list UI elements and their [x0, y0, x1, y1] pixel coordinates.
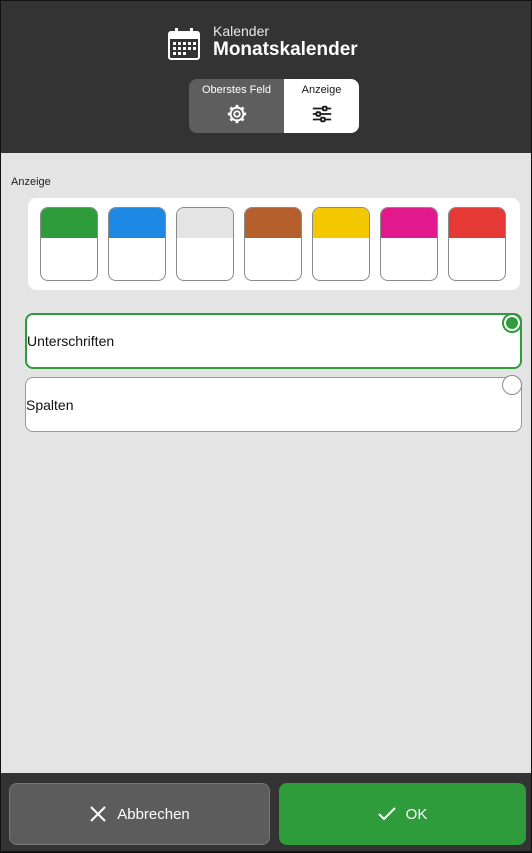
option-unterschriften[interactable]: Unterschriften [25, 313, 522, 369]
tab-label: Anzeige [301, 84, 342, 96]
swatch-color [109, 208, 165, 238]
section-label: Anzeige [11, 176, 51, 188]
window-subtitle: Kalender [213, 23, 270, 39]
option-label: Spalten [26, 397, 74, 413]
header: Kalender Monatskalender Oberstes Feld An… [1, 1, 531, 153]
swatch-color [381, 208, 437, 238]
radio-dot [506, 317, 518, 329]
swatch-color [313, 208, 369, 238]
close-icon [90, 806, 106, 822]
tab-label: Oberstes Feld [201, 84, 272, 96]
option-spalten[interactable]: Spalten [25, 377, 522, 432]
tab-bar: Oberstes Feld Anzeige [189, 79, 359, 133]
color-swatch-pink[interactable] [380, 207, 438, 281]
window-title: Monatskalender [213, 39, 358, 60]
ok-button[interactable]: OK [279, 783, 526, 845]
swatch-color [177, 208, 233, 238]
check-icon [377, 807, 396, 821]
ok-label: OK [405, 805, 428, 823]
color-swatch-blue[interactable] [108, 207, 166, 281]
cancel-button[interactable]: Abbrechen [9, 783, 270, 845]
swatch-color [41, 208, 97, 238]
cancel-label: Abbrechen [117, 805, 190, 823]
calendar-icon [168, 28, 200, 60]
swatch-color [449, 208, 505, 238]
sliders-icon [312, 105, 331, 123]
gear-icon [227, 104, 246, 124]
radio-spalten[interactable] [502, 375, 522, 395]
color-swatch-panel [28, 198, 520, 290]
tab-anzeige[interactable]: Anzeige [284, 79, 359, 133]
swatch-color [245, 208, 301, 238]
color-swatch-gray[interactable] [176, 207, 234, 281]
footer: Abbrechen OK [1, 773, 531, 851]
option-label: Unterschriften [27, 333, 115, 349]
title-group: Kalender Monatskalender [167, 23, 358, 61]
color-swatch-brown[interactable] [244, 207, 302, 281]
color-swatch-yellow[interactable] [312, 207, 370, 281]
radio-unterschriften[interactable] [502, 313, 522, 333]
color-swatch-green[interactable] [40, 207, 98, 281]
title-text: Kalender Monatskalender [213, 23, 358, 61]
color-swatch-red[interactable] [448, 207, 506, 281]
app-frame: Kalender Monatskalender Oberstes Feld An… [1, 1, 531, 851]
tab-oberstes-feld[interactable]: Oberstes Feld [189, 79, 284, 133]
